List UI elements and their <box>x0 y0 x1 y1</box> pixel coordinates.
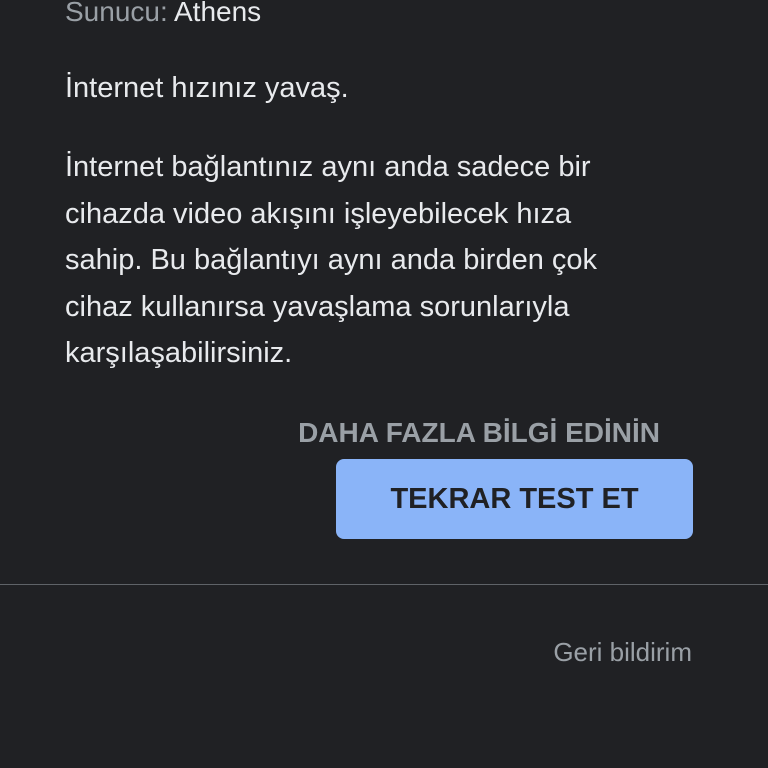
description-line: İnternet bağlantınız aynı anda sadece bi… <box>65 151 591 183</box>
retest-button[interactable]: TEKRAR TEST ET <box>336 459 693 539</box>
speed-result-headline: İnternet hızınız yavaş. <box>65 72 349 104</box>
description-line: sahip. Bu bağlantıyı aynı anda birden ço… <box>65 244 598 276</box>
description-line: cihaz kullanırsa yavaşlama sorunlarıyla <box>65 290 570 323</box>
speed-result-description: İnternet bağlantınız aynı anda sadece bi… <box>65 144 705 377</box>
feedback-link[interactable]: Geri bildirim <box>553 632 692 672</box>
server-label: Sunucu: <box>65 0 168 27</box>
learn-more-link[interactable]: DAHA FAZLA BİLGİ EDİNİN <box>298 413 660 453</box>
description-line: karşılaşabilirsiniz. <box>65 337 293 369</box>
speed-test-result-panel: Sunucu: Athens İnternet hızınız yavaş. İ… <box>0 0 768 768</box>
server-name: Athens <box>173 0 262 27</box>
description-line: cihazda video akışını işleyebilecek hıza <box>65 197 572 230</box>
server-info: Sunucu: Athens <box>65 0 261 32</box>
footer-divider <box>0 584 768 585</box>
